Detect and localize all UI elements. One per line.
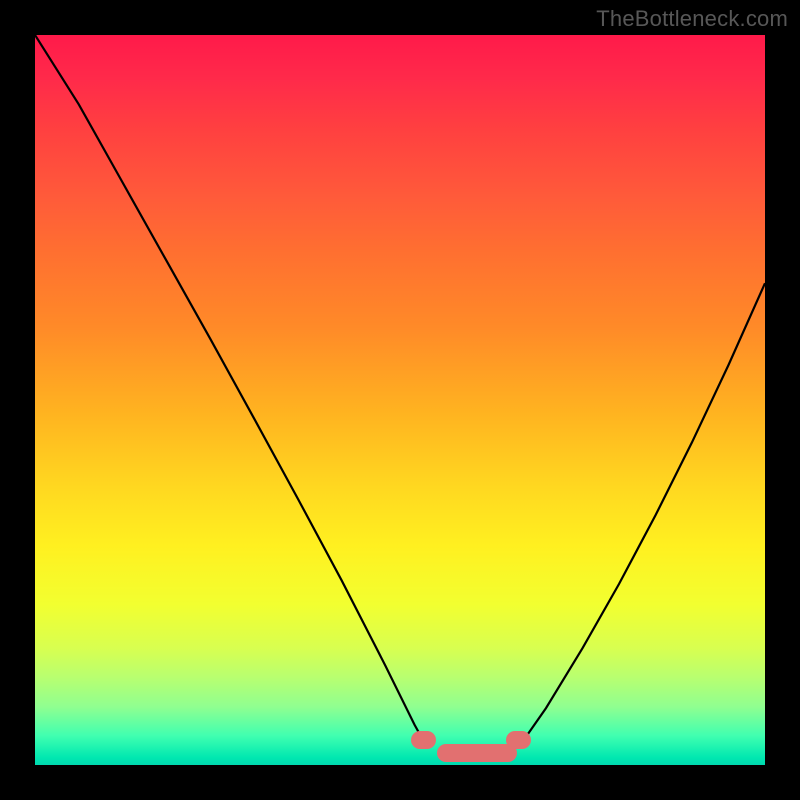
watermark-text: TheBottleneck.com [596,6,788,32]
left-pink-cap [411,731,437,749]
flat-pink-band [437,744,517,762]
chart-curves [35,35,765,765]
right-curve [521,283,766,744]
left-curve [35,35,426,745]
right-pink-cap [506,731,532,749]
plot-area [35,35,765,765]
